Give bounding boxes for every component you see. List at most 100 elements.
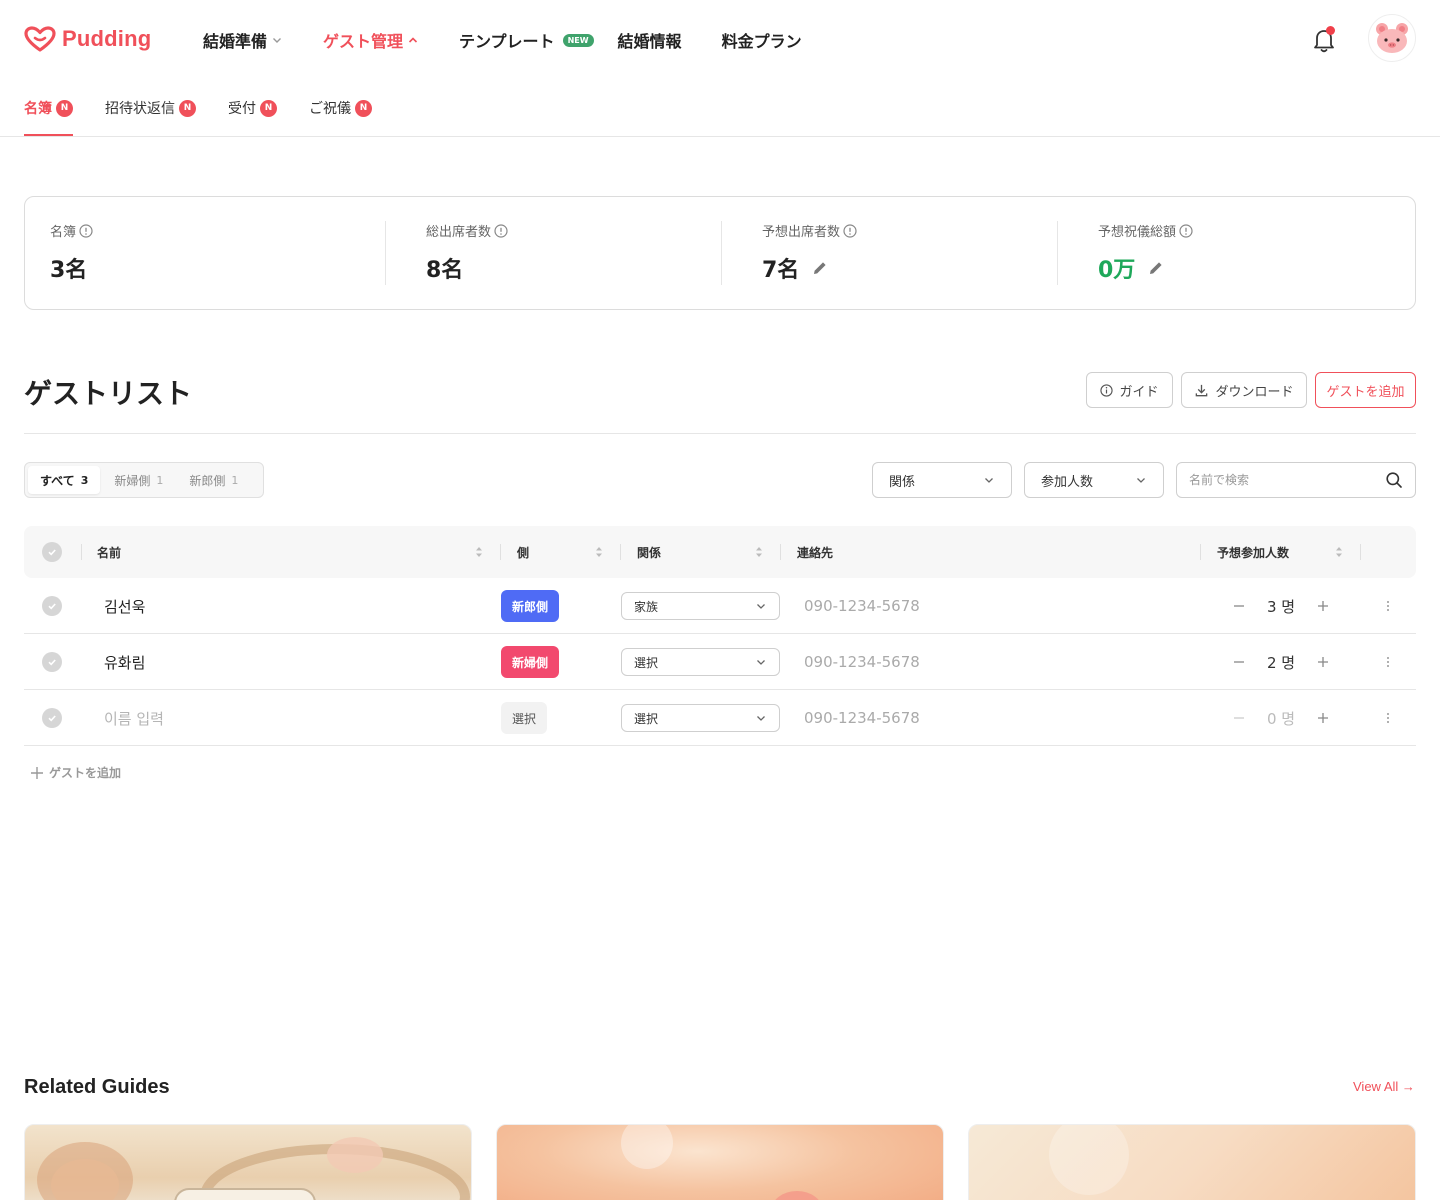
subtab-rsvp[interactable]: 招待状返信 N: [105, 80, 196, 136]
column-header-expected[interactable]: 予想参加人数: [1217, 526, 1289, 578]
summary-card: 名簿 3名 総出席者数 8名 予想出席者数 7名 予想祝儀総額 0万: [24, 196, 1416, 310]
plus-icon[interactable]: [1316, 599, 1330, 613]
brand-name: Pudding: [62, 26, 152, 51]
guide-button[interactable]: ガイド: [1086, 372, 1173, 408]
download-icon: [1196, 384, 1208, 396]
plus-icon[interactable]: [1316, 711, 1330, 725]
bell-icon[interactable]: [1308, 24, 1340, 56]
chevron-down-icon: [757, 660, 765, 665]
notification-dot: [1326, 26, 1335, 35]
sort-icon[interactable]: [755, 545, 763, 559]
subtab-roster[interactable]: 名簿 N: [24, 80, 73, 136]
relation-dropdown[interactable]: 選択: [621, 704, 780, 732]
side-filter-segment: すべて 3 新婦側 1 新郎側 1: [24, 462, 264, 498]
plus-icon[interactable]: [1316, 655, 1330, 669]
subtab-gifts[interactable]: ご祝儀 N: [309, 80, 372, 136]
info-icon[interactable]: [79, 223, 93, 238]
nav-item-templates[interactable]: テンプレート NEW: [459, 28, 594, 52]
guide-card[interactable]: [496, 1124, 944, 1200]
column-header-side[interactable]: 側: [517, 526, 529, 578]
relation-filter-dropdown[interactable]: 関係: [872, 462, 1012, 498]
minus-icon[interactable]: [1232, 655, 1246, 669]
side-badge[interactable]: 選択: [501, 702, 548, 734]
segment-groom-side[interactable]: 新郎側 1: [177, 466, 250, 494]
row-checkbox[interactable]: [42, 596, 62, 616]
guide-card-image: [621, 1125, 819, 1200]
phone-number[interactable]: 090-1234-5678: [804, 597, 920, 615]
chevron-down-icon: [1137, 478, 1145, 483]
relation-value: 選択: [634, 655, 659, 670]
attendee-count: 0 명: [1266, 709, 1296, 728]
guide-card[interactable]: [24, 1124, 472, 1200]
attendees-filter-dropdown[interactable]: 参加人数: [1024, 462, 1164, 498]
stat-expected-attendees: 予想出席者数 7名: [762, 221, 857, 284]
subtab-label: ご祝儀: [309, 101, 351, 117]
table-row[interactable]: 유화림 新婦側 選択 090-1234-5678 2 명: [24, 634, 1416, 690]
subtab-reception[interactable]: 受付 N: [228, 80, 277, 136]
phone-number[interactable]: 090-1234-5678: [804, 653, 920, 671]
guide-card[interactable]: [968, 1124, 1416, 1200]
relation-dropdown[interactable]: 選択: [621, 648, 780, 676]
pencil-icon[interactable]: [811, 259, 829, 277]
add-guest-button[interactable]: ゲストを追加: [1315, 372, 1416, 408]
stat-label: 名簿: [50, 225, 77, 240]
guest-name[interactable]: 김선욱: [104, 596, 145, 617]
check-icon: [48, 715, 56, 722]
info-icon[interactable]: [1179, 223, 1193, 238]
minus-icon[interactable]: [1232, 711, 1246, 725]
stat-divider: [721, 221, 722, 285]
check-icon: [48, 603, 56, 610]
table-row[interactable]: 김선욱 新郎側 家族 090-1234-5678 3 명: [24, 578, 1416, 634]
minus-icon[interactable]: [1232, 599, 1246, 613]
row-checkbox[interactable]: [42, 708, 62, 728]
attendee-count: 3 명: [1266, 597, 1296, 616]
nav-item-guest-management[interactable]: ゲスト管理: [323, 28, 419, 52]
phone-number[interactable]: 090-1234-5678: [804, 709, 920, 727]
column-header-relation[interactable]: 関係: [637, 526, 661, 578]
side-badge[interactable]: 新婦側: [501, 646, 560, 678]
sort-icon[interactable]: [475, 545, 483, 559]
download-button[interactable]: ダウンロード: [1181, 372, 1307, 408]
stat-value: 3名: [50, 258, 88, 283]
info-icon[interactable]: [494, 223, 508, 238]
segment-label: すべて: [40, 473, 75, 488]
add-guest-row-button[interactable]: ゲストを追加: [30, 764, 121, 781]
table-row[interactable]: 이름 입력 選択 選択 090-1234-5678 0 명: [24, 690, 1416, 746]
relation-dropdown[interactable]: 家族: [621, 592, 780, 620]
search-input[interactable]: [1189, 473, 1385, 487]
more-options-icon[interactable]: [1383, 596, 1393, 616]
sort-icon[interactable]: [1335, 545, 1343, 559]
more-options-icon[interactable]: [1383, 652, 1393, 672]
top-header: Pudding 結婚準備 ゲスト管理 テンプレート NEW 結婚情報 料金プラン: [0, 0, 1440, 80]
n-badge: N: [56, 99, 73, 117]
column-header-name[interactable]: 名前: [97, 526, 121, 578]
related-guides-title: Related Guides: [24, 1076, 170, 1098]
segment-all[interactable]: すべて 3: [28, 466, 101, 494]
brand-logo[interactable]: Pudding: [24, 26, 151, 52]
subtab-bar: 名簿 N 招待状返信 N 受付 N ご祝儀 N: [24, 80, 404, 136]
nav-label: 結婚情報: [617, 32, 682, 51]
nav-item-wedding-prep[interactable]: 結婚準備: [203, 28, 283, 52]
guest-name-placeholder[interactable]: 이름 입력: [104, 708, 164, 729]
sort-icon[interactable]: [595, 545, 603, 559]
more-options-icon[interactable]: [1383, 708, 1393, 728]
guest-name[interactable]: 유화림: [104, 652, 145, 673]
column-divider: [620, 544, 621, 560]
section-divider: [24, 433, 1416, 434]
search-icon[interactable]: [1385, 471, 1403, 489]
column-header-contact[interactable]: 連絡先: [797, 526, 833, 578]
segment-bride-side[interactable]: 新婦側 1: [102, 466, 175, 494]
plus-icon: [31, 766, 43, 779]
select-all-checkbox[interactable]: [42, 542, 62, 562]
avatar[interactable]: [1368, 14, 1416, 62]
nav-item-pricing[interactable]: 料金プラン: [722, 28, 802, 52]
chevron-up-icon: [408, 37, 418, 43]
pencil-icon[interactable]: [1147, 259, 1165, 277]
nav-label: 結婚準備: [203, 32, 268, 51]
view-all-link[interactable]: View All →: [1353, 1079, 1415, 1094]
row-checkbox[interactable]: [42, 652, 62, 672]
info-icon[interactable]: [843, 223, 857, 238]
side-badge[interactable]: 新郎側: [501, 590, 560, 622]
nav-item-wedding-info[interactable]: 結婚情報: [618, 28, 682, 52]
n-badge: N: [179, 99, 196, 117]
